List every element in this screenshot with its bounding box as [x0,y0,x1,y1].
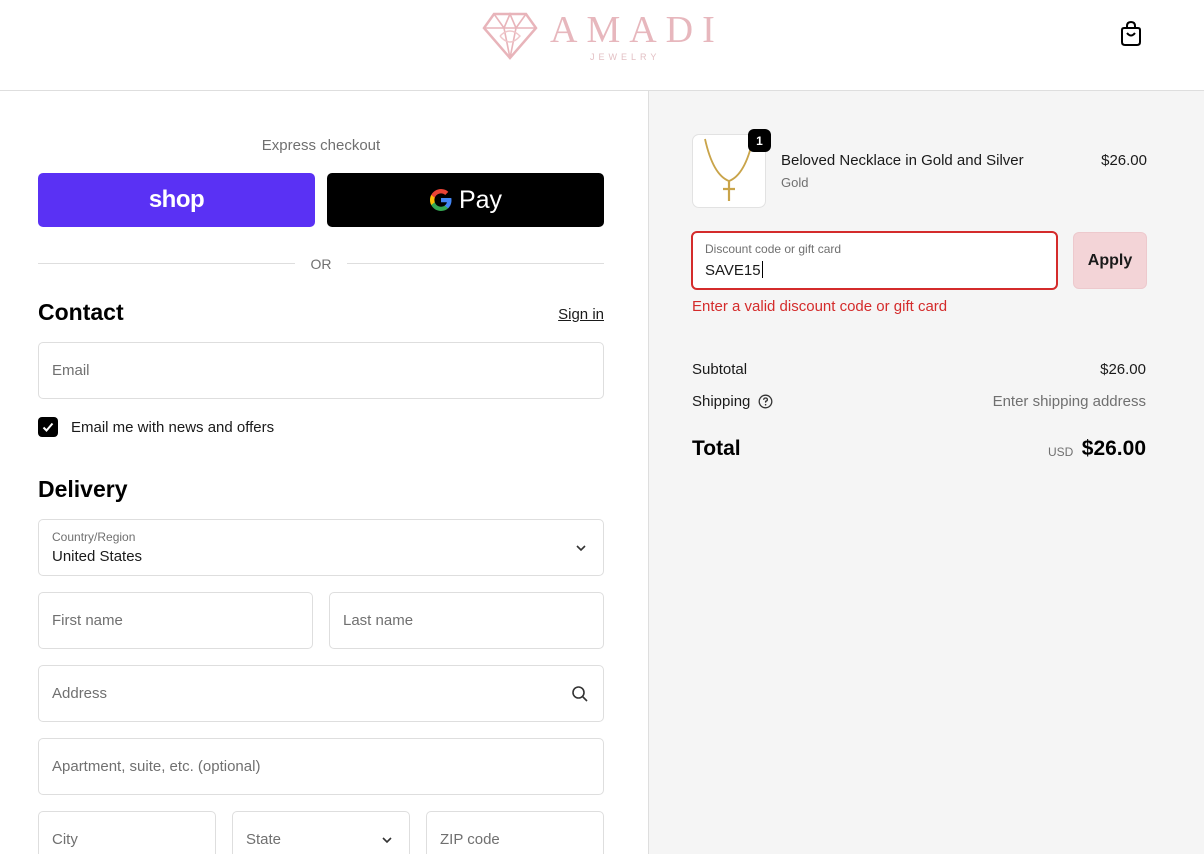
email-field[interactable] [38,342,604,399]
shipping-row-label: Shipping [692,393,773,410]
brand-name: AMADI [550,9,724,51]
total-currency: USD [1048,445,1074,459]
cart-button[interactable] [1117,20,1145,48]
delivery-heading: Delivery [38,476,128,502]
shopping-bag-icon [1121,20,1141,46]
city-field[interactable] [38,811,216,854]
zip-field[interactable] [426,811,604,854]
discount-input[interactable]: SAVE15 [705,261,763,279]
newsletter-option[interactable]: Email me with news and offers [38,416,274,438]
google-pay-button[interactable]: Pay [327,173,604,227]
email-input[interactable] [39,343,603,398]
newsletter-label: Email me with news and offers [71,418,275,436]
text-caret [761,261,763,278]
apartment-input[interactable] [39,739,603,794]
order-summary: 1 Beloved Necklace in Gold and Silver Go… [648,91,1204,854]
subtotal-value: $26.00 [1100,361,1146,378]
product-variant: Gold [781,175,809,190]
last-name-input[interactable] [330,593,603,648]
first-name-input[interactable] [39,593,312,648]
country-select[interactable]: Country/Region United States [38,519,604,576]
google-g-icon [429,189,452,211]
subtotal-label: Subtotal [692,361,748,378]
product-name: Beloved Necklace in Gold and Silver [781,152,1024,169]
site-header: AMADI JEWELRY [0,0,1204,91]
chevron-down-icon [382,837,392,844]
quantity-badge: 1 [748,129,771,152]
discount-value: SAVE15 [705,262,761,279]
shop-pay-label: shop [148,186,205,213]
last-name-field[interactable] [329,592,604,649]
first-name-field[interactable] [38,592,313,649]
checkmark-icon [42,422,54,432]
google-pay-label: Pay [458,185,503,214]
shipping-label: Shipping [692,393,751,410]
help-circle-icon[interactable] [758,394,773,409]
brand-logo[interactable]: AMADI JEWELRY [478,6,715,62]
sign-in-link[interactable]: Sign in [540,306,604,323]
zip-input[interactable] [427,812,603,854]
total-value: $26.00 [1081,437,1146,460]
gem-logo-icon [482,11,538,60]
city-input[interactable] [39,812,215,854]
country-value: United States [52,548,143,565]
country-label: Country/Region [52,530,136,544]
discount-code-field[interactable]: Discount code or gift card SAVE15 [691,231,1058,290]
brand-tagline: JEWELRY [590,52,661,62]
address-field[interactable] [38,665,604,722]
state-placeholder: State [246,831,282,848]
total-label: Total [692,437,741,460]
chevron-down-icon [576,545,586,552]
state-select[interactable]: State [232,811,410,854]
express-checkout-title: Express checkout [261,137,381,154]
divider [347,263,604,264]
shipping-value: Enter shipping address [992,393,1146,410]
search-icon[interactable] [571,685,589,703]
discount-error-message: Enter a valid discount code or gift card [692,298,948,315]
newsletter-checkbox[interactable] [38,417,58,437]
or-separator: OR [38,254,604,274]
checkout-form: Express checkout shop Pay OR Contact Sig… [0,91,648,854]
product-price: $26.00 [1101,152,1147,169]
contact-heading: Contact [38,299,124,325]
or-text: OR [310,256,332,272]
discount-label: Discount code or gift card [705,242,842,256]
apartment-field[interactable] [38,738,604,795]
shop-pay-button[interactable]: shop [38,173,315,227]
apply-discount-button[interactable]: Apply [1073,232,1147,289]
address-input[interactable] [39,666,603,721]
